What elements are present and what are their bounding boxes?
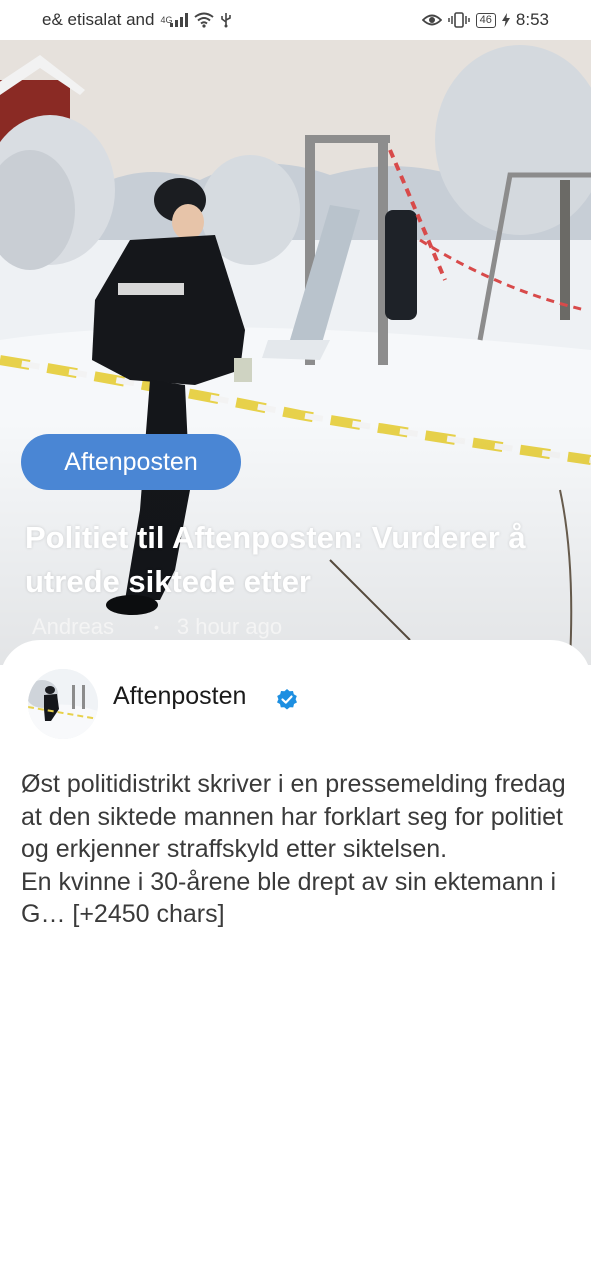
status-right: 46 8:53 — [421, 10, 549, 30]
body-paragraph: En kvinne i 30-årene ble drept av sin ek… — [21, 867, 557, 929]
battery-icon: 46 — [475, 12, 496, 28]
time-ago: 3 hour ago — [176, 614, 283, 639]
wifi-icon — [194, 12, 215, 28]
vibrate-icon — [447, 12, 470, 28]
article-meta: Andreas • 3 hour ago — [32, 614, 282, 640]
article-headline[interactable]: Politiet til Aftenposten: Vurderer å utr… — [25, 516, 565, 604]
signal-icon: 4G — [160, 13, 189, 27]
status-left: e& etisalat and 4G — [42, 10, 232, 30]
publisher-name[interactable]: Aftenposten — [113, 682, 246, 711]
status-bar: e& etisalat and 4G 46 8:53 — [0, 0, 591, 40]
carrier-label: e& etisalat and — [42, 10, 155, 29]
clock: 8:53 — [515, 10, 549, 29]
verified-check-icon — [277, 689, 297, 710]
charging-icon — [501, 13, 510, 27]
usb-icon — [220, 12, 232, 28]
eye-icon — [421, 13, 442, 27]
article-body: Øst politidistrikt skriver i en presseme… — [21, 768, 571, 931]
hero-image[interactable]: Aftenposten Politiet til Aftenposten: Vu… — [0, 40, 591, 665]
publisher-avatar[interactable] — [28, 669, 98, 739]
body-paragraph: Øst politidistrikt skriver i en presseme… — [21, 770, 566, 863]
article-card: Aftenposten Øst politidistrikt skriver i… — [0, 640, 591, 1280]
battery-level: 46 — [479, 14, 492, 26]
author-name: Andreas — [32, 614, 114, 639]
source-tag-button[interactable]: Aftenposten — [21, 434, 241, 490]
meta-separator: • — [153, 619, 159, 635]
